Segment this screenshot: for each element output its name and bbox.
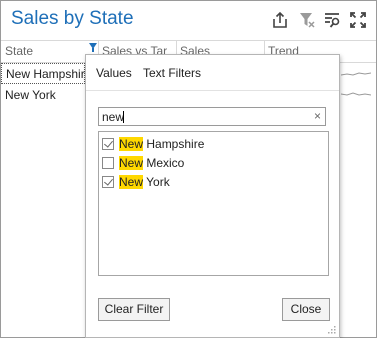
column-header-state[interactable]: State xyxy=(5,44,33,58)
dashboard-item: Sales by State State Sales vs Tar Sales … xyxy=(0,0,377,338)
list-item-label: Hampshire xyxy=(143,137,205,151)
values-list: New Hampshire New Mexico New York xyxy=(98,131,329,276)
export-icon[interactable] xyxy=(271,11,289,29)
tab-divider xyxy=(86,90,339,91)
match-highlight: New xyxy=(119,156,144,170)
resize-grip-icon[interactable] xyxy=(328,326,336,334)
tab-values[interactable]: Values xyxy=(96,66,132,80)
item-title: Sales by State xyxy=(11,8,134,29)
table-row[interactable]: New York xyxy=(1,85,87,106)
cell-state: New Hampshire xyxy=(6,67,92,81)
trend-sparkline xyxy=(341,92,371,96)
trend-sparkline xyxy=(341,72,371,76)
match-highlight: New xyxy=(119,137,144,151)
clear-filter-icon[interactable] xyxy=(298,11,316,29)
checkbox[interactable] xyxy=(102,176,114,188)
clear-filter-button[interactable]: Clear Filter xyxy=(98,298,170,321)
search-input-value: new xyxy=(102,110,125,124)
search-input[interactable]: new × xyxy=(98,107,326,126)
table-row[interactable]: New Hampshire xyxy=(1,63,91,84)
cell-state: New York xyxy=(5,88,56,102)
filter-list-icon[interactable] xyxy=(323,11,341,29)
fullscreen-icon[interactable] xyxy=(349,11,367,29)
checkbox[interactable] xyxy=(102,157,114,169)
list-item-label: York xyxy=(143,175,170,189)
checkbox[interactable] xyxy=(102,138,114,150)
match-highlight: New xyxy=(119,175,144,189)
list-item-label: Mexico xyxy=(143,156,185,170)
column-filter-popup: Values Text Filters new × New Hampshire … xyxy=(85,54,340,338)
clear-search-icon[interactable]: × xyxy=(314,109,321,123)
tab-text-filters[interactable]: Text Filters xyxy=(143,66,201,80)
close-button[interactable]: Close xyxy=(282,298,330,321)
